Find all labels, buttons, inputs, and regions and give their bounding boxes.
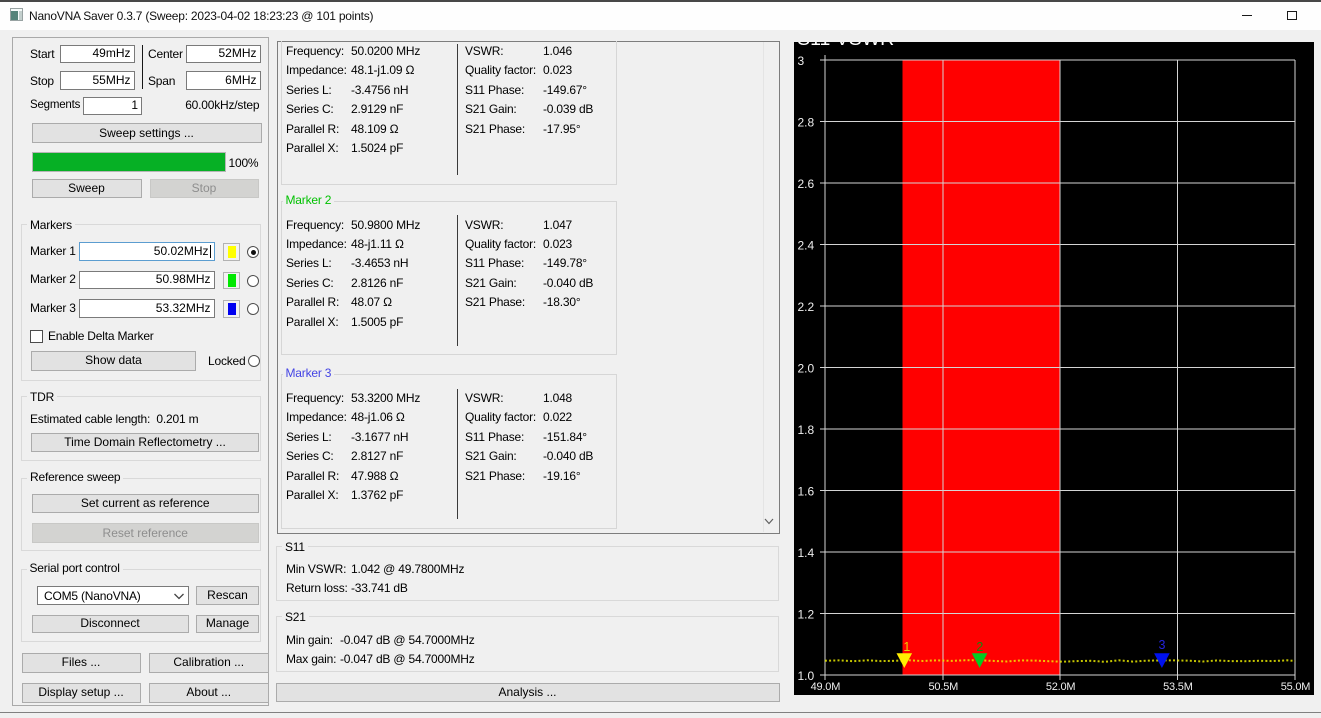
svg-text:1.4: 1.4 [797,546,814,560]
svg-text:49.0M: 49.0M [810,681,840,693]
svg-text:53.5M: 53.5M [1163,681,1193,693]
svg-text:2.0: 2.0 [797,361,814,375]
svg-text:2.8: 2.8 [797,116,814,130]
svg-text:55.0M: 55.0M [1280,681,1310,693]
svg-text:2.2: 2.2 [797,300,814,314]
svg-text:50.5M: 50.5M [928,681,958,693]
svg-text:2.4: 2.4 [797,239,814,253]
svg-text:3: 3 [797,54,804,68]
svg-text:2.6: 2.6 [797,177,814,191]
svg-text:2: 2 [976,640,983,654]
svg-text:52.0M: 52.0M [1045,681,1075,693]
svg-text:1: 1 [903,640,910,654]
svg-text:3: 3 [1158,638,1165,652]
svg-text:S11 VSWR: S11 VSWR [797,42,894,50]
svg-text:1.6: 1.6 [797,484,814,498]
svg-text:1.8: 1.8 [797,423,814,437]
svg-text:1.2: 1.2 [797,607,814,621]
